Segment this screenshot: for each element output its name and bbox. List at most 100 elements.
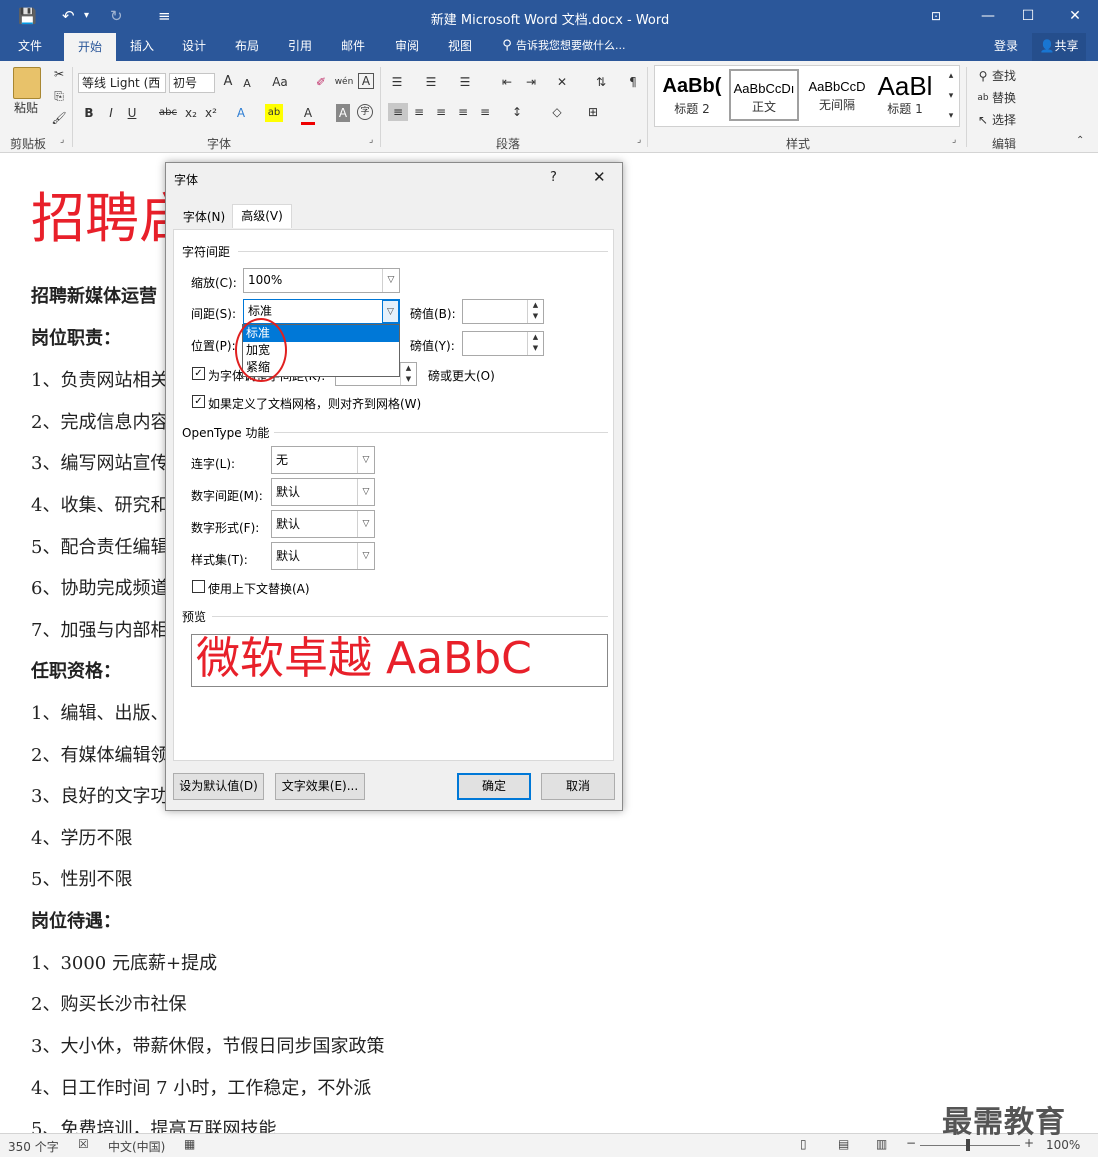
styleset-combo[interactable]: 默认 ▽ (271, 542, 375, 570)
tab-design[interactable]: 设计 (172, 33, 216, 61)
replace-button[interactable]: 替换 (992, 89, 1022, 107)
char-shading-icon[interactable]: A (336, 104, 350, 122)
spinner-arrows-icon[interactable]: ▲ ▼ (527, 332, 543, 355)
multilevel-list-icon[interactable]: ☰ (456, 73, 474, 91)
find-icon[interactable]: ⚲ (974, 67, 992, 85)
bullets-icon[interactable]: ☰ (388, 73, 406, 91)
ok-button[interactable]: 确定 (457, 773, 531, 800)
help-button[interactable]: ? (550, 170, 557, 185)
zoom-slider-track[interactable] (920, 1145, 1020, 1146)
replace-icon[interactable]: ab (974, 89, 992, 107)
enclose-char-icon[interactable]: 字 (357, 104, 373, 120)
tab-view[interactable]: 视图 (438, 33, 482, 61)
word-count[interactable]: 350 个字 (8, 1138, 59, 1155)
tab-advanced[interactable]: 高级(V) (232, 204, 292, 228)
align-center-icon[interactable]: ≡ (410, 103, 428, 121)
format-painter-icon[interactable]: 🖌 (50, 109, 68, 127)
text-effects-icon[interactable]: A (233, 104, 249, 122)
style-heading2[interactable]: AaBb( 标题 2 (657, 69, 727, 121)
minimize-button[interactable]: — (973, 5, 1003, 27)
collapse-ribbon-icon[interactable]: ⌃ (1076, 135, 1084, 146)
highlight-icon[interactable]: ab (265, 104, 283, 122)
text-effects-button[interactable]: 文字效果(E)... (275, 773, 365, 800)
tab-insert[interactable]: 插入 (120, 33, 164, 61)
underline-button[interactable]: U (125, 104, 139, 122)
web-layout-icon[interactable]: ▥ (876, 1137, 887, 1151)
style-normal[interactable]: AaBbCcDı 正文 (729, 69, 799, 121)
show-marks-icon[interactable]: ¶ (626, 73, 640, 91)
strikethrough-button[interactable]: abc (158, 104, 178, 122)
language-indicator[interactable]: 中文(中国) (108, 1138, 165, 1155)
customize-qat-icon[interactable]: ≡ (158, 6, 171, 26)
cut-icon[interactable]: ✂ (50, 65, 68, 83)
numspacing-combo[interactable]: 默认 ▽ (271, 478, 375, 506)
copy-icon[interactable]: ⎘ (50, 87, 68, 105)
increase-indent-icon[interactable]: ⇥ (522, 73, 540, 91)
sort-icon[interactable]: ⇅ (592, 73, 610, 91)
scale-combo[interactable]: 100% ▽ (243, 268, 400, 293)
tab-font[interactable]: 字体(N) (176, 206, 232, 230)
shrink-font-icon[interactable]: A (240, 75, 254, 93)
styles-up-icon[interactable]: ▴ (944, 67, 958, 85)
contextual-checkbox[interactable] (192, 580, 205, 593)
share-button[interactable]: 👤共享 (1032, 33, 1086, 61)
decrease-indent-icon[interactable]: ⇤ (498, 73, 516, 91)
font-color-icon[interactable]: A (301, 104, 315, 125)
grow-font-icon[interactable]: A (220, 73, 236, 91)
phonetic-guide-icon[interactable]: wén (334, 73, 354, 91)
styles-down-icon[interactable]: ▾ (944, 87, 958, 105)
tab-file[interactable]: 文件 (8, 33, 52, 61)
signin-link[interactable]: 登录 (986, 33, 1026, 61)
save-icon[interactable]: 💾 (18, 6, 37, 26)
macro-icon[interactable]: ▦ (184, 1137, 195, 1151)
close-window-button[interactable]: ✕ (1060, 5, 1090, 27)
select-button[interactable]: 选择 (992, 111, 1022, 129)
spinner-arrows-icon[interactable]: ▲ ▼ (527, 300, 543, 323)
ribbon-display-options-icon[interactable]: ⊡ (921, 5, 951, 27)
numform-combo[interactable]: 默认 ▽ (271, 510, 375, 538)
asian-layout-icon[interactable]: ✕ (553, 73, 571, 91)
numbering-icon[interactable]: ☰ (422, 73, 440, 91)
paragraph-launcher-icon[interactable]: ⌟ (637, 135, 641, 145)
tab-references[interactable]: 引用 (278, 33, 322, 61)
bold-button[interactable]: B (82, 104, 96, 122)
subscript-button[interactable]: x₂ (183, 104, 199, 122)
clipboard-launcher-icon[interactable]: ⌟ (60, 135, 64, 145)
ligature-combo[interactable]: 无 ▽ (271, 446, 375, 474)
change-case-icon[interactable]: Aa (268, 73, 292, 91)
tab-review[interactable]: 审阅 (385, 33, 429, 61)
dialog-close-button[interactable]: ✕ (593, 168, 606, 186)
align-right-icon[interactable]: ≡ (432, 103, 450, 121)
style-no-spacing[interactable]: AaBbCcD 无间隔 (802, 69, 872, 121)
justify-icon[interactable]: ≡ (454, 103, 472, 121)
tab-mailings[interactable]: 邮件 (331, 33, 375, 61)
tell-me-search[interactable]: 告诉我您想要做什么... (516, 33, 646, 61)
undo-dropdown-icon[interactable]: ▾ (84, 6, 89, 26)
redo-icon[interactable]: ↻ (110, 6, 123, 26)
paste-icon[interactable] (13, 67, 41, 99)
pound-b-spinner[interactable]: ▲ ▼ (462, 299, 544, 324)
shading-icon[interactable]: ◇ (548, 103, 566, 121)
font-launcher-icon[interactable]: ⌟ (369, 135, 373, 145)
char-border-icon[interactable]: A (358, 73, 374, 89)
grid-checkbox[interactable]: ✓ (192, 395, 205, 408)
read-mode-icon[interactable]: ▯ (800, 1137, 807, 1151)
maximize-button[interactable]: ☐ (1013, 5, 1043, 27)
tab-home[interactable]: 开始 (64, 33, 116, 61)
align-left-icon[interactable]: ≡ (388, 103, 408, 121)
pound-y-spinner[interactable]: ▲ ▼ (462, 331, 544, 356)
print-layout-icon[interactable]: ▤ (838, 1137, 849, 1151)
select-icon[interactable]: ↖ (974, 111, 992, 129)
styles-more-icon[interactable]: ▾ (944, 107, 958, 125)
italic-button[interactable]: I (104, 104, 118, 122)
font-name-box[interactable]: 等线 Light (西 (78, 73, 166, 93)
line-spacing-icon[interactable]: ↕ (508, 103, 526, 121)
font-size-box[interactable]: 初号 (169, 73, 215, 93)
distributed-icon[interactable]: ≡ (476, 103, 494, 121)
zoom-out-icon[interactable]: − (906, 1136, 916, 1150)
paste-button[interactable]: 粘贴 (8, 99, 44, 117)
spinner-arrows-icon[interactable]: ▲ ▼ (400, 363, 416, 385)
kerning-checkbox[interactable]: ✓ (192, 367, 205, 380)
superscript-button[interactable]: x² (203, 104, 219, 122)
proofing-icon[interactable]: ☒ (78, 1137, 89, 1151)
